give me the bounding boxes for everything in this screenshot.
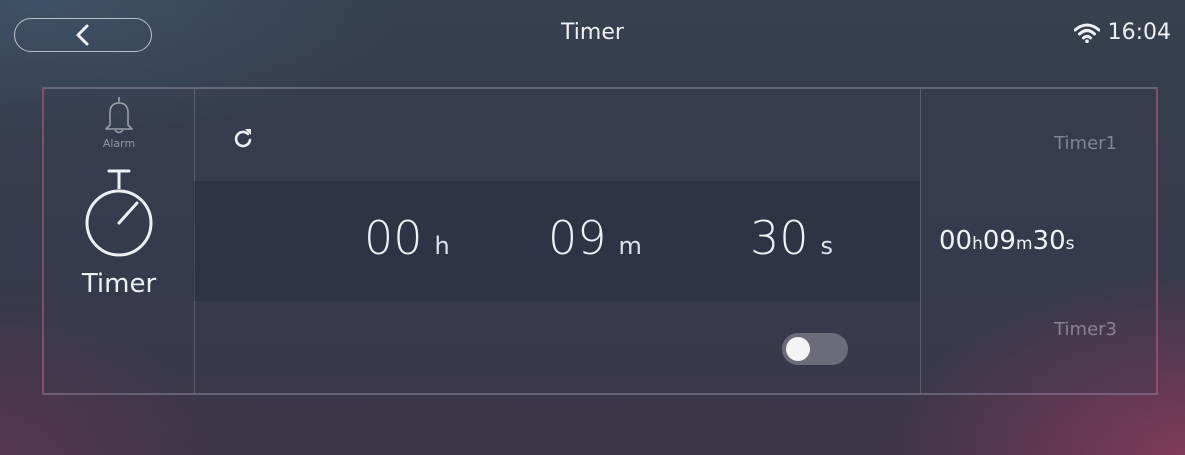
bell-icon bbox=[105, 97, 133, 134]
countdown-display: 00 h 09 m 30 s bbox=[194, 181, 920, 301]
active-seconds: 30 bbox=[1032, 226, 1066, 256]
seconds-value: 30 bbox=[750, 211, 809, 265]
tab-timer[interactable]: Timer bbox=[44, 167, 194, 299]
timer-list: Timer1 00 h 09 m 30 s Timer3 bbox=[920, 89, 1157, 393]
stopwatch-icon bbox=[85, 169, 153, 257]
active-minutes: 09 bbox=[982, 226, 1016, 256]
timer-label: Timer bbox=[81, 269, 157, 299]
timer-list-item-1[interactable]: Timer1 bbox=[1054, 133, 1117, 154]
clock: 16:04 bbox=[1107, 20, 1171, 45]
minutes-group[interactable]: 09 m bbox=[548, 211, 642, 265]
timer-toggle[interactable] bbox=[782, 333, 848, 365]
reset-button[interactable] bbox=[232, 127, 254, 153]
active-seconds-unit: s bbox=[1065, 234, 1075, 254]
active-minutes-unit: m bbox=[1015, 234, 1033, 254]
page-title: Timer bbox=[561, 20, 624, 45]
tab-alarm[interactable]: Alarm bbox=[44, 95, 194, 150]
minutes-unit: m bbox=[618, 232, 642, 260]
toggle-knob bbox=[786, 337, 810, 361]
seconds-unit: s bbox=[820, 232, 834, 260]
minutes-value: 09 bbox=[548, 211, 607, 265]
alarm-label: Alarm bbox=[102, 137, 136, 150]
status-bar: 16:04 bbox=[1073, 20, 1171, 45]
hours-group[interactable]: 00 h bbox=[364, 211, 450, 265]
timer-list-item-active[interactable]: 00 h 09 m 30 s bbox=[939, 226, 1074, 256]
hours-unit: h bbox=[434, 232, 450, 260]
active-hours-unit: h bbox=[972, 234, 983, 254]
active-hours: 00 bbox=[939, 226, 973, 256]
timer-panel: Alarm Timer 00 h 09 m 30 s Timer1 00 h 0… bbox=[42, 87, 1158, 395]
wifi-icon bbox=[1073, 23, 1100, 43]
countdown-area: 00 h 09 m 30 s bbox=[194, 89, 920, 393]
refresh-icon bbox=[234, 129, 252, 148]
hours-value: 00 bbox=[364, 211, 423, 265]
timer-list-item-3[interactable]: Timer3 bbox=[1054, 319, 1117, 340]
seconds-group[interactable]: 30 s bbox=[750, 211, 833, 265]
mode-sidebar: Alarm Timer bbox=[44, 89, 195, 393]
